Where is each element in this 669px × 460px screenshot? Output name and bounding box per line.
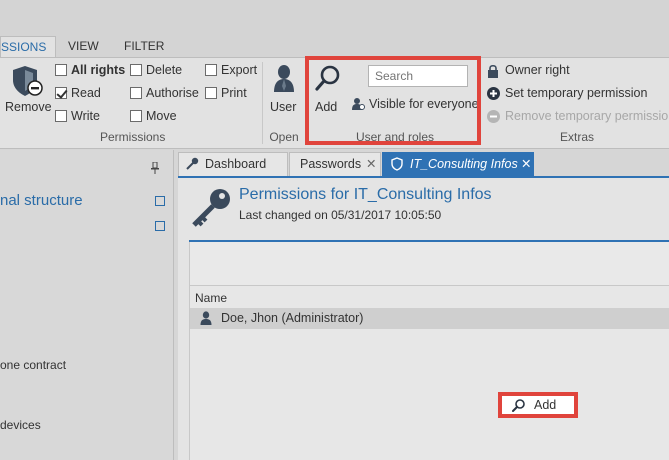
key-icon	[192, 189, 230, 227]
separator	[262, 62, 263, 144]
authorise-label: Authorise	[146, 86, 199, 100]
authorise-checkbox[interactable]	[130, 87, 142, 99]
table-row[interactable]: Doe, Jhon (Administrator)	[190, 308, 669, 329]
export-label: Export	[221, 63, 258, 77]
row-user-name: Doe, Jhon (Administrator)	[221, 311, 364, 325]
delete-checkbox[interactable]	[130, 64, 142, 76]
all-rights-label: All rights	[71, 63, 126, 77]
set-temporary-permission-button[interactable]: Set temporary permission	[487, 86, 669, 104]
write-label: Write	[71, 109, 100, 123]
document-area: Dashboard Passwords ✕ IT_Consulting Info…	[178, 150, 669, 460]
remove-temporary-permission-button[interactable]: Remove temporary permission	[487, 109, 669, 127]
list-item[interactable]: one contract	[0, 358, 66, 372]
add-button[interactable]: Add	[498, 392, 578, 418]
print-label: Print	[221, 86, 247, 100]
user-button[interactable]: User	[268, 62, 300, 118]
close-icon[interactable]: ✕	[366, 153, 376, 175]
owner-right-button[interactable]: Owner right	[487, 63, 607, 81]
tab-filter[interactable]: FILTER	[124, 36, 164, 58]
structure-heading[interactable]: nal structure	[0, 192, 83, 209]
export-checkbox[interactable]	[205, 64, 217, 76]
remove-label: Remove	[5, 100, 52, 114]
tab-passwords[interactable]: Passwords ✕	[289, 152, 381, 176]
read-checkbox[interactable]	[55, 87, 67, 99]
user-and-roles-highlight	[305, 56, 481, 145]
lock-icon	[488, 64, 498, 78]
minus-circle-icon	[487, 110, 500, 123]
magnifier-icon	[512, 399, 525, 412]
last-changed-text: Last changed on 05/31/2017 10:05:50	[239, 208, 442, 222]
left-pane: nal structure one contract devices	[0, 150, 174, 460]
ribbon-tabbar: SSIONS VIEW FILTER	[0, 0, 669, 58]
toolstrip	[189, 242, 669, 286]
owner-right-label: Owner right	[505, 63, 570, 77]
tab-permissions[interactable]: SSIONS	[0, 36, 56, 58]
pin-icon[interactable]	[150, 162, 160, 174]
user-icon	[274, 65, 294, 92]
permissions-list: Name Doe, Jhon (Administrator)	[189, 286, 669, 460]
write-checkbox[interactable]	[55, 110, 67, 122]
column-header-name[interactable]: Name	[195, 291, 227, 305]
plus-circle-icon	[487, 87, 500, 100]
all-rights-checkbox[interactable]	[55, 64, 67, 76]
tab-passwords-label: Passwords	[300, 157, 362, 171]
set-temporary-permission-label: Set temporary permission	[505, 86, 648, 100]
tab-dashboard[interactable]: Dashboard	[178, 152, 288, 176]
move-checkbox[interactable]	[130, 110, 142, 122]
list-item[interactable]: devices	[0, 418, 41, 432]
structure-checkbox[interactable]	[155, 221, 165, 231]
tab-it-consulting-infos[interactable]: IT_Consulting Infos ✕	[382, 152, 534, 176]
open-group-label: Open	[269, 130, 299, 144]
move-label: Move	[146, 109, 177, 123]
tab-view[interactable]: VIEW	[68, 36, 99, 58]
key-icon	[186, 157, 199, 170]
add-button-label: Add	[534, 398, 557, 412]
shield-remove-icon	[13, 66, 43, 96]
page-title: Permissions for IT_Consulting Infos	[239, 186, 492, 203]
read-label: Read	[71, 86, 101, 100]
structure-checkbox[interactable]	[155, 196, 165, 206]
print-checkbox[interactable]	[205, 87, 217, 99]
remove-button[interactable]: Remove	[3, 62, 52, 118]
remove-temporary-permission-label: Remove temporary permission	[505, 109, 669, 123]
tab-dashboard-label: Dashboard	[205, 157, 267, 171]
user-label: User	[270, 100, 297, 114]
permissions-group-label: Permissions	[100, 130, 166, 144]
user-icon	[200, 311, 212, 325]
extras-group-label: Extras	[559, 130, 594, 144]
close-icon[interactable]: ✕	[521, 153, 531, 175]
permissions-panel: Permissions for IT_Consulting Infos Last…	[178, 176, 669, 460]
shield-icon	[391, 157, 403, 171]
tab-it-consulting-label: IT_Consulting Infos	[410, 157, 518, 171]
delete-label: Delete	[146, 63, 183, 77]
